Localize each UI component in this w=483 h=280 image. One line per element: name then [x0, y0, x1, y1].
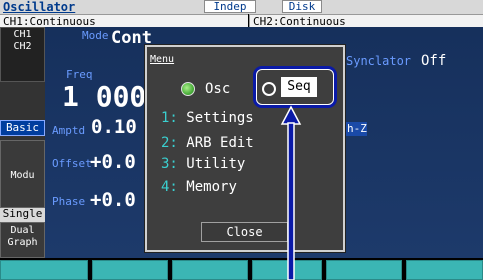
- modu-label: Modu: [10, 170, 35, 181]
- offset-label: Offset: [52, 157, 92, 170]
- softkey-3[interactable]: [172, 260, 248, 280]
- menu-item-utility[interactable]: 3: Utility: [161, 156, 245, 172]
- softkey-1[interactable]: [0, 260, 88, 280]
- disk-button[interactable]: Disk: [282, 0, 322, 13]
- menu-item-number: 1:: [161, 110, 178, 126]
- close-button[interactable]: Close: [201, 222, 288, 242]
- indep-button[interactable]: Indep: [204, 0, 256, 13]
- mode-label: Mode: [82, 29, 109, 42]
- menu-item-label: Memory: [186, 179, 237, 195]
- ch2-status: CH2:Continuous: [249, 14, 483, 28]
- softkey-6[interactable]: [406, 260, 483, 280]
- menu-item-number: 2:: [161, 135, 178, 151]
- menu-item-settings[interactable]: 1: Settings: [161, 110, 254, 126]
- softkey-2[interactable]: [92, 260, 168, 280]
- callout-highlight-inner: [256, 69, 334, 105]
- menu-item-number: 3:: [161, 156, 178, 172]
- dual-label: Dual: [10, 225, 35, 236]
- menu-item-label: Settings: [186, 110, 254, 126]
- menu-item-label: Utility: [186, 156, 246, 172]
- hz-tag: h-Z: [345, 122, 367, 136]
- softkey-5[interactable]: [326, 260, 402, 280]
- phase-label: Phase: [52, 195, 86, 208]
- amptd-value[interactable]: 0.10: [91, 116, 137, 138]
- menu-item-label: ARB Edit: [186, 135, 254, 151]
- menu-item-arb-edit[interactable]: 2: ARB Edit: [161, 135, 254, 151]
- modu-tab[interactable]: Modu: [0, 140, 45, 208]
- callout-arrow-icon: [280, 105, 302, 280]
- osc-option-label[interactable]: Osc: [205, 81, 230, 97]
- amptd-label: Amptd: [52, 124, 86, 137]
- screen-title: Oscillator: [3, 0, 76, 14]
- offset-value[interactable]: +0.0: [90, 151, 136, 173]
- channel-select-button[interactable]: CH1 CH2: [0, 27, 45, 82]
- freq-label: Freq: [66, 68, 93, 81]
- ch2-label: CH2: [13, 41, 32, 52]
- sync-value[interactable]: Off: [421, 52, 446, 70]
- menu-item-number: 4:: [161, 179, 178, 195]
- single-button[interactable]: Single: [0, 208, 45, 222]
- graph-label: Graph: [7, 237, 38, 248]
- menu-item-memory[interactable]: 4: Memory: [161, 179, 237, 195]
- phase-value[interactable]: +0.0: [90, 189, 136, 211]
- dual-graph-button[interactable]: Dual Graph: [0, 222, 45, 258]
- basic-tab[interactable]: Basic: [0, 120, 45, 136]
- menu-title: Menu: [150, 54, 175, 65]
- osc-radio-icon[interactable]: [181, 82, 195, 96]
- ch1-label: CH1: [13, 29, 32, 40]
- ch1-status: CH1:Continuous: [0, 14, 248, 28]
- sync-label: Synclator: [346, 54, 412, 68]
